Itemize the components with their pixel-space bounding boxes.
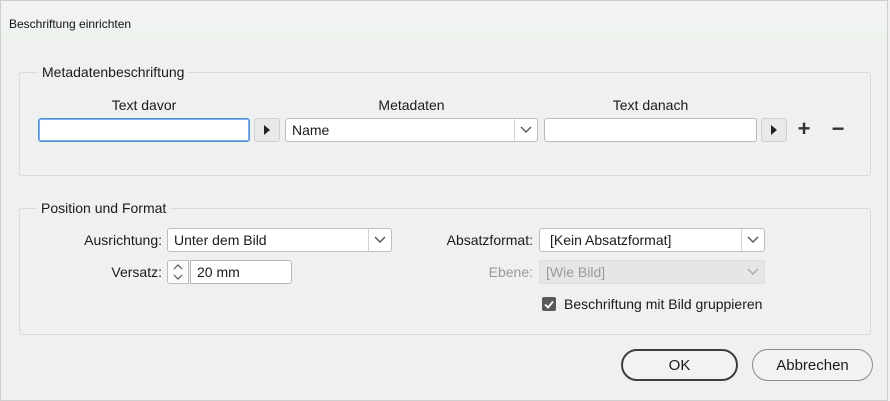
group-with-image-checkbox[interactable] [542,297,556,311]
text-after-label: Text danach [612,97,689,113]
stepper-arrows-icon [173,264,183,280]
alignment-select-value: Unter dem Bild [174,232,267,248]
paragraph-style-select[interactable]: [Kein Absatzformat] [539,228,765,252]
group-with-image-label[interactable]: Beschriftung mit Bild gruppieren [564,296,762,312]
metadata-caption-legend: Metadatenbeschriftung [38,64,189,80]
checkmark-icon [544,300,554,309]
metadata-select-value: Name [292,122,330,138]
window-title: Beschriftung einrichten [9,17,132,31]
offset-input[interactable]: 20 mm [190,260,292,284]
text-before-input[interactable] [38,118,250,142]
chevron-down-icon [741,229,764,251]
ok-button[interactable]: OK [621,349,738,381]
position-format-legend: Position und Format [37,200,171,216]
chevron-down-icon [368,229,391,251]
dialog-body: Metadatenbeschriftung Text davor Metadat… [0,40,888,401]
offset-label: Versatz: [111,264,162,280]
alignment-select[interactable]: Unter dem Bild [167,228,392,252]
play-arrow-icon [771,125,777,135]
metadata-select[interactable]: Name [285,118,538,142]
metadata-label: Metadaten [378,97,445,113]
offset-stepper[interactable] [167,260,189,284]
paragraph-style-label: Absatzformat: [446,232,533,248]
text-before-label: Text davor [111,97,177,113]
text-after-special-char-button[interactable] [761,118,787,142]
layer-label: Ebene: [488,264,533,280]
remove-row-button[interactable]: − [827,116,849,141]
text-before-special-char-button[interactable] [254,118,280,142]
paragraph-style-select-value: [Kein Absatzformat] [550,232,672,248]
chevron-down-icon [742,261,764,283]
title-bar: Beschriftung einrichten [0,0,888,40]
play-arrow-icon [264,125,270,135]
cancel-button[interactable]: Abbrechen [752,349,873,381]
chevron-down-icon [514,119,537,141]
alignment-label: Ausrichtung: [84,232,162,248]
text-after-input[interactable] [544,118,757,142]
add-row-button[interactable]: + [793,116,815,141]
layer-select-value: [Wie Bild] [546,264,606,280]
layer-select: [Wie Bild] [539,260,765,284]
